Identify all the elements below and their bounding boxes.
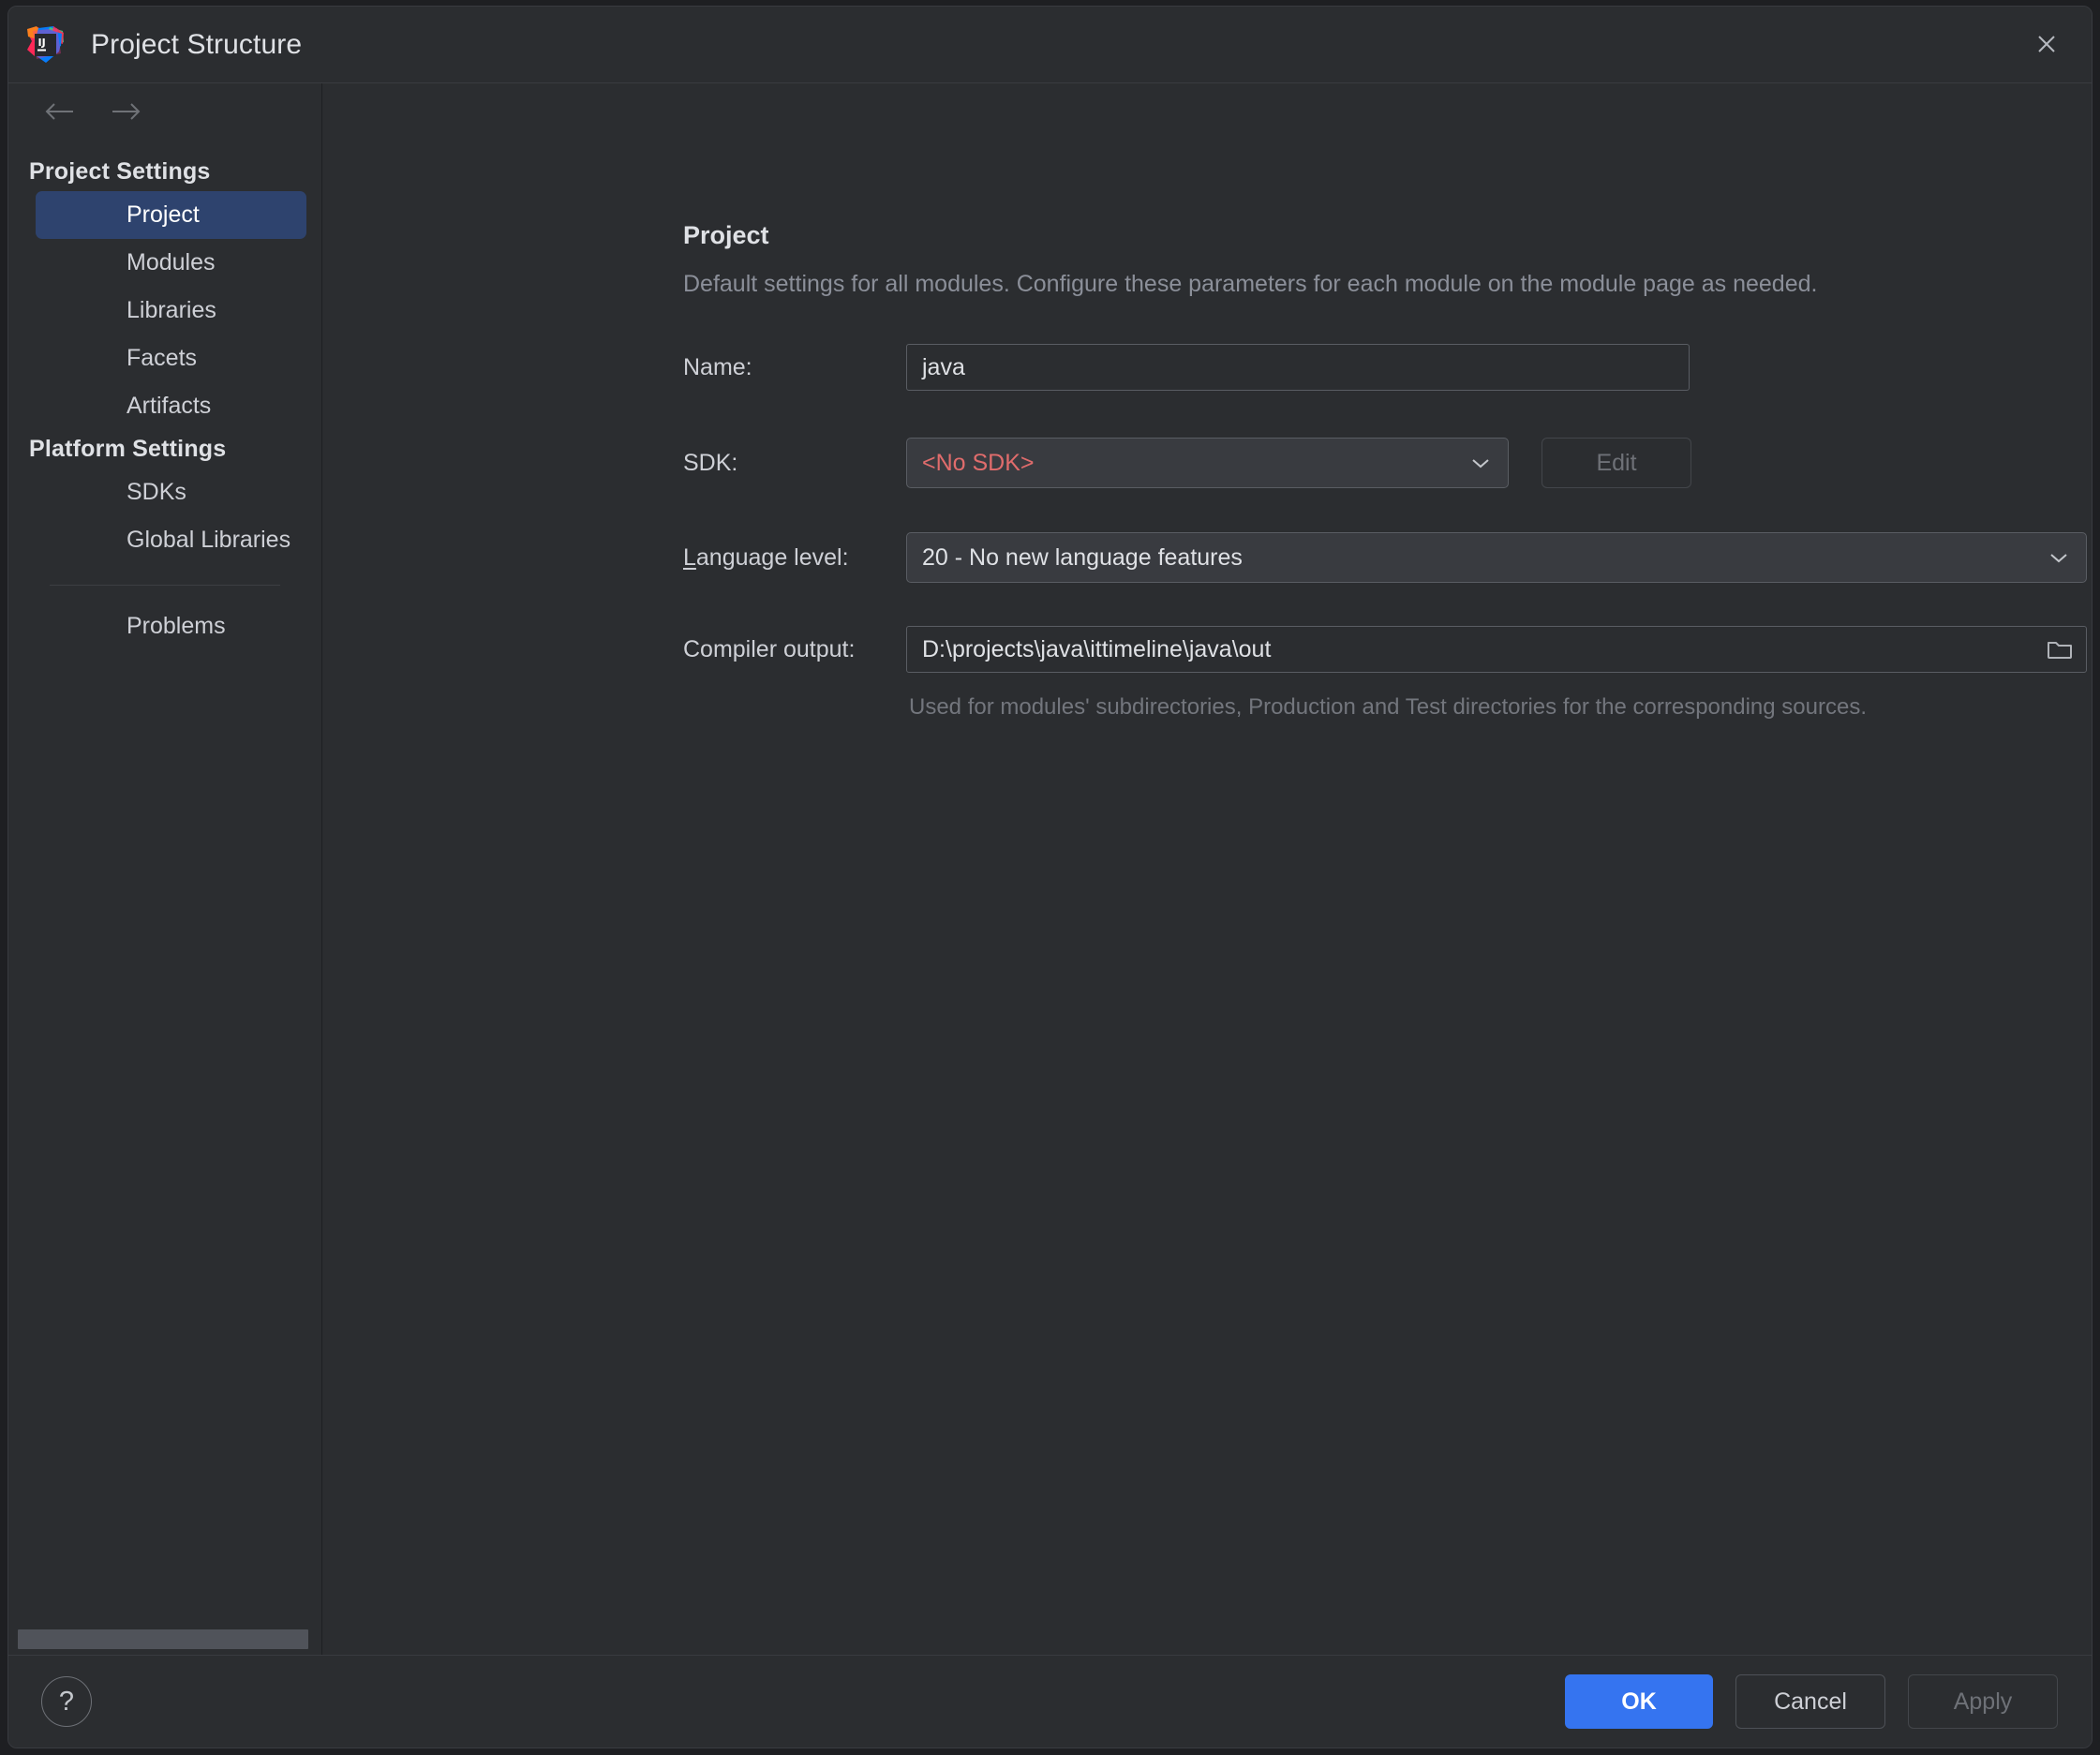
- settings-tree: Project Settings Project Modules Librari…: [8, 140, 321, 1655]
- name-input[interactable]: java: [906, 344, 1690, 391]
- footer-button-group: OK Cancel Apply: [1565, 1674, 2058, 1729]
- compiler-output-input[interactable]: D:\projects\java\ittimeline\java\out: [906, 626, 2087, 673]
- cancel-button[interactable]: Cancel: [1735, 1674, 1885, 1729]
- sdk-dropdown[interactable]: <No SDK>: [906, 438, 1509, 488]
- window-title: Project Structure: [91, 28, 303, 60]
- name-label: Name:: [683, 353, 752, 380]
- arrow-right-icon[interactable]: [110, 99, 141, 124]
- question-mark-icon[interactable]: ?: [41, 1676, 92, 1727]
- arrow-left-icon[interactable]: [44, 99, 76, 124]
- dialog-footer: ? OK Cancel Apply: [8, 1655, 2092, 1748]
- sidebar-item-libraries[interactable]: Libraries: [36, 287, 306, 335]
- language-level-value: 20 - No new language features: [922, 543, 1243, 571]
- sidebar-item-artifacts[interactable]: Artifacts: [36, 382, 306, 430]
- sidebar-item-modules[interactable]: Modules: [36, 239, 306, 287]
- title-bar: IJ Project Structure: [8, 7, 2092, 83]
- sdk-label: SDK:: [683, 449, 738, 476]
- language-level-row: Language level: 20 - No new language fea…: [683, 532, 2087, 583]
- sidebar-group-platform-settings: Platform Settings: [29, 436, 227, 462]
- page-title: Project: [683, 221, 769, 249]
- language-level-label-rest: anguage level:: [695, 543, 849, 571]
- close-icon[interactable]: [2002, 7, 2092, 82]
- page-description: Default settings for all modules. Config…: [683, 271, 1818, 297]
- navigation-arrows: [8, 83, 321, 140]
- language-level-label: Language level:: [683, 544, 906, 572]
- sidebar-item-problems[interactable]: Problems: [36, 602, 306, 650]
- dialog-body: Project Settings Project Modules Librari…: [8, 83, 2092, 1655]
- language-level-dropdown[interactable]: 20 - No new language features: [906, 532, 2087, 583]
- sidebar-item-facets[interactable]: Facets: [36, 335, 306, 382]
- sdk-row: SDK: <No SDK> Edit: [683, 438, 1691, 488]
- project-structure-dialog: IJ Project Structure Project Settings Pr…: [7, 6, 2093, 1748]
- language-level-label-mnemonic: L: [683, 543, 696, 571]
- sidebar-divider: [50, 585, 280, 586]
- apply-button[interactable]: Apply: [1908, 1674, 2058, 1729]
- intellij-idea-logo-icon: IJ: [25, 25, 65, 65]
- sidebar-item-sdks[interactable]: SDKs: [36, 468, 306, 516]
- name-row: Name: java: [683, 344, 1690, 391]
- svg-text:IJ: IJ: [38, 37, 46, 49]
- compiler-output-row: Compiler output: D:\projects\java\ittime…: [683, 626, 2087, 673]
- settings-sidebar: Project Settings Project Modules Librari…: [8, 83, 322, 1655]
- chevron-down-icon: [1470, 456, 1491, 469]
- sidebar-item-global-libraries[interactable]: Global Libraries: [36, 516, 306, 564]
- compiler-output-hint: Used for modules' subdirectories, Produc…: [909, 694, 1867, 720]
- sidebar-scrollbar-thumb[interactable]: [18, 1629, 308, 1649]
- folder-icon[interactable]: [2033, 627, 2086, 672]
- compiler-output-label: Compiler output:: [683, 635, 856, 662]
- sidebar-group-project-settings: Project Settings: [29, 158, 211, 185]
- sidebar-item-project[interactable]: Project: [36, 191, 306, 239]
- sdk-value: <No SDK>: [922, 449, 1035, 476]
- sidebar-horizontal-scrollbar[interactable]: [18, 1629, 308, 1649]
- chevron-down-icon: [2048, 551, 2069, 564]
- sdk-edit-button[interactable]: Edit: [1541, 438, 1691, 488]
- project-settings-panel: Project Default settings for all modules…: [322, 83, 2092, 1655]
- ok-button[interactable]: OK: [1565, 1674, 1713, 1729]
